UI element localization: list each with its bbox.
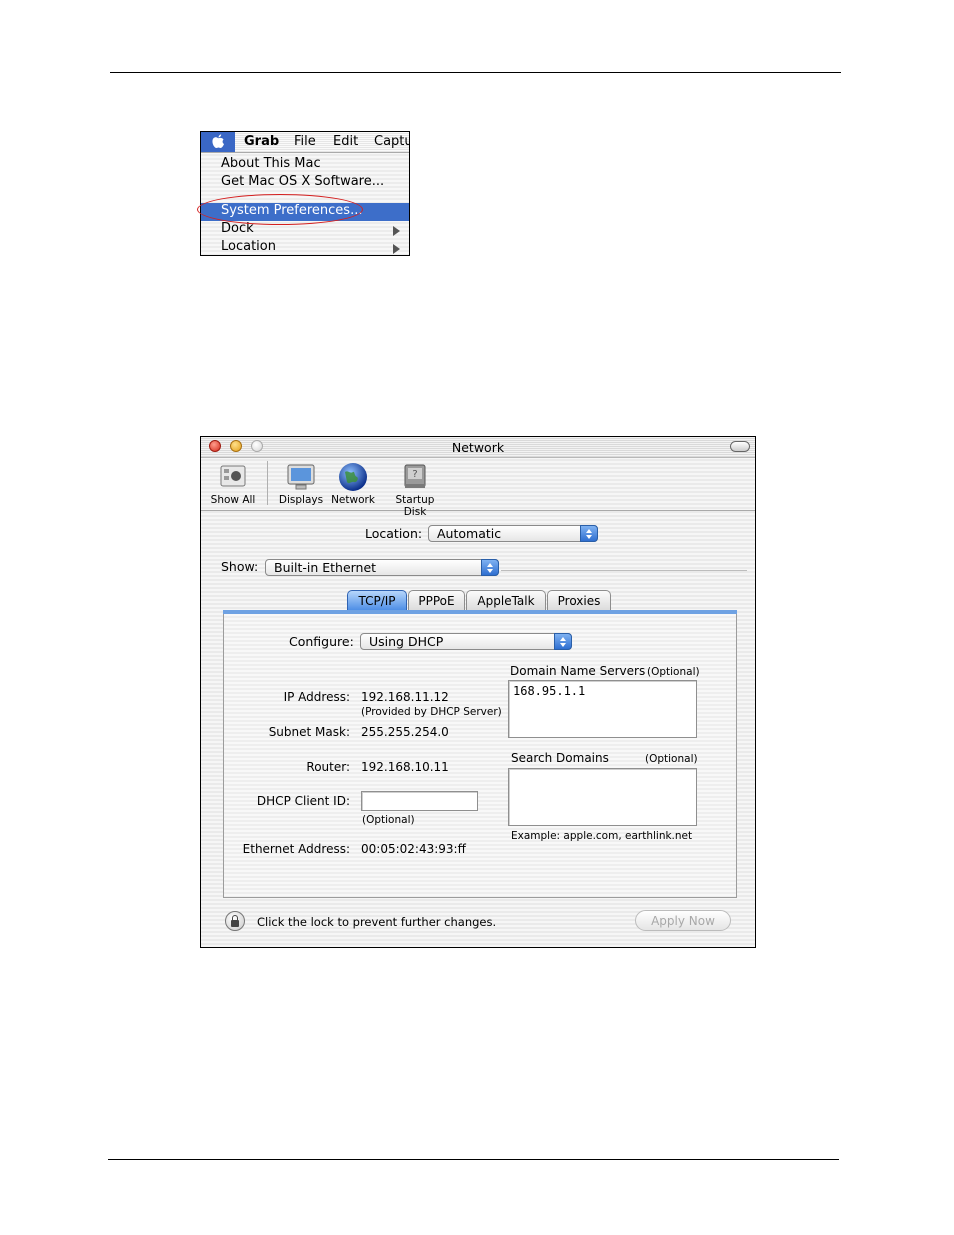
menu-item-label: Get Mac OS X Software... — [221, 174, 385, 189]
dns-optional-note: (Optional) — [647, 666, 700, 678]
menubar-capture[interactable]: Captu — [374, 134, 409, 149]
apple-logo-icon — [212, 134, 224, 148]
menubar-file[interactable]: File — [294, 134, 316, 149]
dhcp-client-id-input[interactable] — [361, 791, 478, 811]
dhcp-client-id-note: (Optional) — [362, 814, 415, 826]
toolbar-displays[interactable]: Displays — [271, 462, 331, 506]
menu-item-label: About This Mac — [221, 156, 321, 171]
dhcp-client-id-label: DHCP Client ID: — [256, 794, 350, 808]
menubar-edit[interactable]: Edit — [333, 134, 358, 149]
ip-address-value: 192.168.11.12 — [361, 690, 449, 704]
submenu-arrow-icon — [393, 244, 400, 254]
menu-bar: Grab File Edit Captu — [201, 132, 409, 153]
highlight-ellipse — [197, 194, 363, 225]
submenu-arrow-icon — [393, 226, 400, 236]
search-domains-optional-note: (Optional) — [645, 753, 698, 765]
popup-arrows-icon — [554, 633, 572, 650]
search-domains-label: Search Domains — [511, 751, 609, 765]
network-window: Network Show All Displays Network ? Star… — [200, 436, 756, 948]
lock-message: Click the lock to prevent further change… — [257, 915, 497, 929]
startup-disk-icon: ? — [399, 462, 431, 492]
ethernet-address-label: Ethernet Address: — [242, 842, 350, 856]
menubar-grab[interactable]: Grab — [244, 134, 279, 149]
ip-address-label: IP Address: — [283, 690, 350, 704]
show-divider — [501, 570, 747, 571]
configure-value: Using DHCP — [369, 634, 444, 649]
menu-item-location[interactable]: Location — [201, 239, 409, 255]
tab-appletalk[interactable]: AppleTalk — [466, 590, 546, 610]
toolbar-startup-disk[interactable]: ? Startup Disk — [384, 462, 446, 518]
apple-menu-screenshot: Grab File Edit Captu About This Mac Get … — [200, 131, 410, 256]
dns-servers-field[interactable]: 168.95.1.1 — [508, 680, 697, 738]
tab-pppoe[interactable]: PPPoE — [408, 590, 465, 610]
toolbar-label: Network — [331, 494, 375, 506]
displays-icon — [285, 462, 317, 492]
window-title: Network — [451, 440, 505, 455]
subnet-mask-label: Subnet Mask: — [268, 725, 350, 739]
popup-arrows-icon — [580, 525, 598, 542]
apple-menu-tile[interactable] — [201, 132, 235, 152]
show-label: Show: — [221, 559, 259, 574]
apply-now-button[interactable]: Apply Now — [635, 910, 731, 931]
bottom-rule — [108, 1159, 839, 1160]
toolbar-network[interactable]: Network — [323, 462, 383, 506]
tab-tcpip[interactable]: TCP/IP — [347, 590, 407, 610]
popup-arrows-icon — [481, 559, 499, 576]
menu-item-about-this-mac[interactable]: About This Mac — [201, 156, 409, 174]
lock-body — [231, 920, 239, 927]
tcpip-panel: Configure: Using DHCP IP Address: 192.16… — [223, 614, 737, 898]
ip-address-note: (Provided by DHCP Server) — [361, 706, 502, 718]
toolbar-separator — [267, 461, 268, 505]
tab-proxies[interactable]: Proxies — [547, 590, 611, 610]
top-rule — [110, 72, 841, 73]
ethernet-address-value: 00:05:02:43:93:ff — [361, 842, 466, 856]
menu-item-get-software[interactable]: Get Mac OS X Software... — [201, 174, 409, 192]
router-value: 192.168.10.11 — [361, 760, 449, 774]
location-popup[interactable]: Automatic — [428, 525, 598, 542]
tab-label: AppleTalk — [477, 594, 535, 608]
configure-label: Configure: — [289, 634, 354, 649]
toolbar-label: Show All — [210, 494, 256, 506]
subnet-mask-value: 255.255.254.0 — [361, 725, 449, 739]
search-domains-example: Example: apple.com, earthlink.net — [511, 830, 693, 842]
dns-label: Domain Name Servers — [510, 664, 646, 678]
lock-icon[interactable] — [225, 911, 245, 931]
toolbar-label: Displays — [278, 494, 324, 506]
svg-text:?: ? — [412, 469, 417, 480]
title-bar[interactable]: Network — [201, 437, 755, 458]
configure-popup[interactable]: Using DHCP — [360, 633, 572, 650]
show-value: Built-in Ethernet — [274, 560, 377, 575]
toolbar-label: Startup Disk — [395, 494, 435, 518]
toolbar: Show All Displays Network ? Startup Disk — [201, 458, 755, 518]
location-label: Location: — [365, 526, 423, 541]
show-all-icon — [217, 462, 249, 492]
router-label: Router: — [306, 760, 350, 774]
location-value: Automatic — [437, 526, 502, 541]
tab-label: Proxies — [557, 594, 601, 608]
tab-label: TCP/IP — [358, 594, 396, 608]
toolbar-show-all[interactable]: Show All — [203, 462, 263, 506]
network-globe-icon — [337, 462, 369, 492]
menu-item-label: Location — [221, 239, 276, 254]
show-popup[interactable]: Built-in Ethernet — [265, 559, 499, 576]
toolbar-toggle-icon[interactable] — [730, 441, 750, 452]
tab-label: PPPoE — [418, 594, 455, 608]
search-domains-field[interactable] — [508, 768, 697, 826]
